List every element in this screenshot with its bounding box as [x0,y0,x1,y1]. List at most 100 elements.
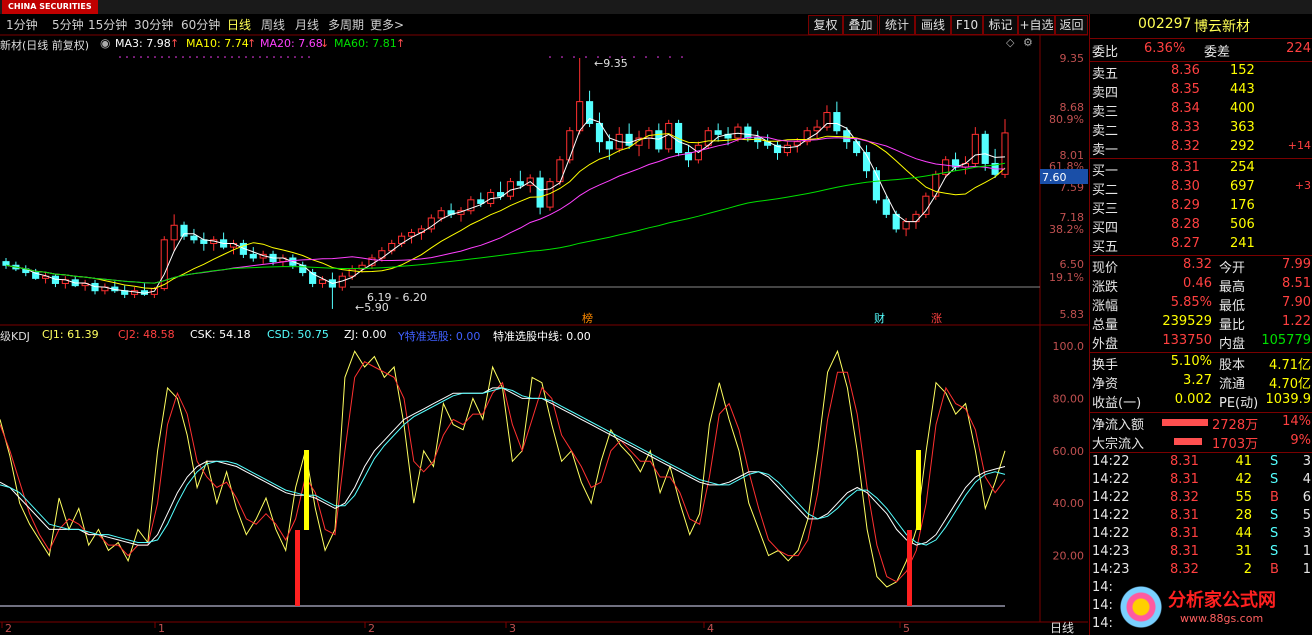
dot-marker [294,56,296,58]
dot-marker [669,56,671,58]
bid-price: 8.28 [1171,217,1200,232]
candle-body [843,130,851,143]
bid-change: +3 [1294,179,1311,192]
bid-volume: 176 [1230,198,1255,213]
dot-marker [681,56,683,58]
kdj-axis-label: 80.00 [1053,392,1085,405]
weicha-label: 委差 [1204,45,1231,60]
stat-label: 现价 [1092,261,1119,276]
bid-label: 买三 [1092,202,1119,217]
quote-panel: 002297 博云新材 委比 6.36% 委差 224 卖五 8.36 152 卖四 8.35 443… [1089,14,1312,635]
kdj-axis-label: 20.00 [1053,550,1085,563]
bid-label: 买一 [1092,164,1119,179]
bid-price: 8.27 [1171,236,1200,251]
candle-body [190,235,198,241]
tick-time: 14: [1092,598,1113,613]
tick-time: 14: [1092,580,1113,595]
stat2-row: 净资 3.27 流通 4.70亿 [1092,373,1311,392]
tick-side: S [1270,508,1279,523]
tick-count: 5 [1302,508,1311,523]
tick-price: 8.31 [1170,472,1199,487]
ask-volume: 152 [1230,63,1255,78]
tick-time: 14: [1092,616,1113,631]
candle-body [2,261,10,266]
kline-chart[interactable]: ←9.35←5.906.19 - 6.20榜财涨9.358.6880.9%8.0… [0,0,1088,635]
candle-body [536,177,544,208]
tick-time: 14:22 [1092,508,1130,523]
bid-label: 买二 [1092,183,1119,198]
candle-body [714,130,722,135]
weicha-value: 224 [1286,41,1311,56]
separator [1090,38,1312,39]
candle-body [506,181,515,197]
candle-body [516,181,524,186]
separator [1090,412,1312,413]
flow-label: 大宗流入 [1092,437,1145,452]
tick-count: 1 [1302,562,1311,577]
stat-value: 8.32 [1183,257,1212,272]
dot-marker [273,56,275,58]
kdj-axis-label: 100.0 [1053,340,1085,353]
kdj-cj1-line [0,349,1006,588]
ask-change: +14 [1287,139,1311,152]
ask-volume: 363 [1230,120,1255,135]
stat2-row: 换手 5.10% 股本 4.71亿 [1092,354,1311,373]
tick-time: 14:22 [1092,472,1130,487]
dot-marker [287,56,289,58]
tick-side: S [1270,526,1279,541]
bid-row: 买五 8.27 241 [1092,236,1311,255]
tick-row: 14:22 8.31 44 S 3 [1092,526,1311,545]
candle-body [576,101,584,132]
x-axis-label: 2 [5,622,12,635]
tick-side: S [1270,544,1279,559]
tick-volume: 55 [1235,490,1252,505]
stat2-value: 3.27 [1183,373,1212,388]
ask-volume: 400 [1230,101,1255,116]
stat-label: 涨幅 [1092,299,1119,314]
price-axis-label: 38.2% [1049,223,1084,236]
dot-marker [645,56,647,58]
dot-marker [126,56,128,58]
kdj-csd-line [0,387,1006,546]
stat2-label: PE(动) [1219,396,1259,411]
ask-label: 卖二 [1092,124,1119,139]
stat2-value: 0.002 [1174,392,1212,407]
flow-bar [1162,419,1208,426]
stat-label: 最高 [1219,280,1246,295]
bid-row: 买一 8.31 254 [1092,160,1311,179]
dot-marker [573,56,575,58]
stat2-value: 4.71亿 [1269,358,1311,373]
ask-row: 卖一 8.32 292 +14 [1092,139,1311,158]
ask-label: 卖三 [1092,105,1119,120]
tick-volume: 2 [1243,562,1252,577]
event-marker-bang[interactable]: 榜 [582,311,593,325]
candle-body [902,221,910,230]
event-marker-cai[interactable]: 财 [874,311,885,325]
tick-time: 14:23 [1092,544,1130,559]
tick-row: 14:22 8.31 42 S 4 [1092,472,1311,491]
candle-body [249,253,257,259]
bid-row: 买二 8.30 697 +3 [1092,179,1311,198]
ask-volume: 292 [1230,139,1255,154]
tick-side: S [1270,454,1279,469]
bottom-period-tab[interactable]: 日线 [1050,621,1074,635]
separator [1090,452,1312,453]
bid-price: 8.30 [1171,179,1200,194]
weibi-label: 委比 [1092,45,1119,60]
tick-side: B [1270,562,1279,577]
stat2-label: 收益(一) [1092,396,1142,411]
dot-marker [196,56,198,58]
ask-label: 卖四 [1092,86,1119,101]
stat-value: 8.51 [1282,276,1311,291]
event-marker-zhang[interactable]: 涨 [931,312,942,325]
stat-row: 涨幅 5.85% 最低 7.90 [1092,295,1311,314]
bid-volume: 697 [1230,179,1255,194]
dot-marker [161,56,163,58]
flow-pct: 9% [1290,433,1311,448]
tick-price: 8.31 [1170,526,1199,541]
tick-row: 14:22 8.32 55 B 6 [1092,490,1311,509]
bid-price: 8.31 [1171,160,1200,175]
ask-row: 卖三 8.34 400 [1092,101,1311,120]
tick-count: 4 [1302,472,1311,487]
ma20-line [5,136,1006,284]
